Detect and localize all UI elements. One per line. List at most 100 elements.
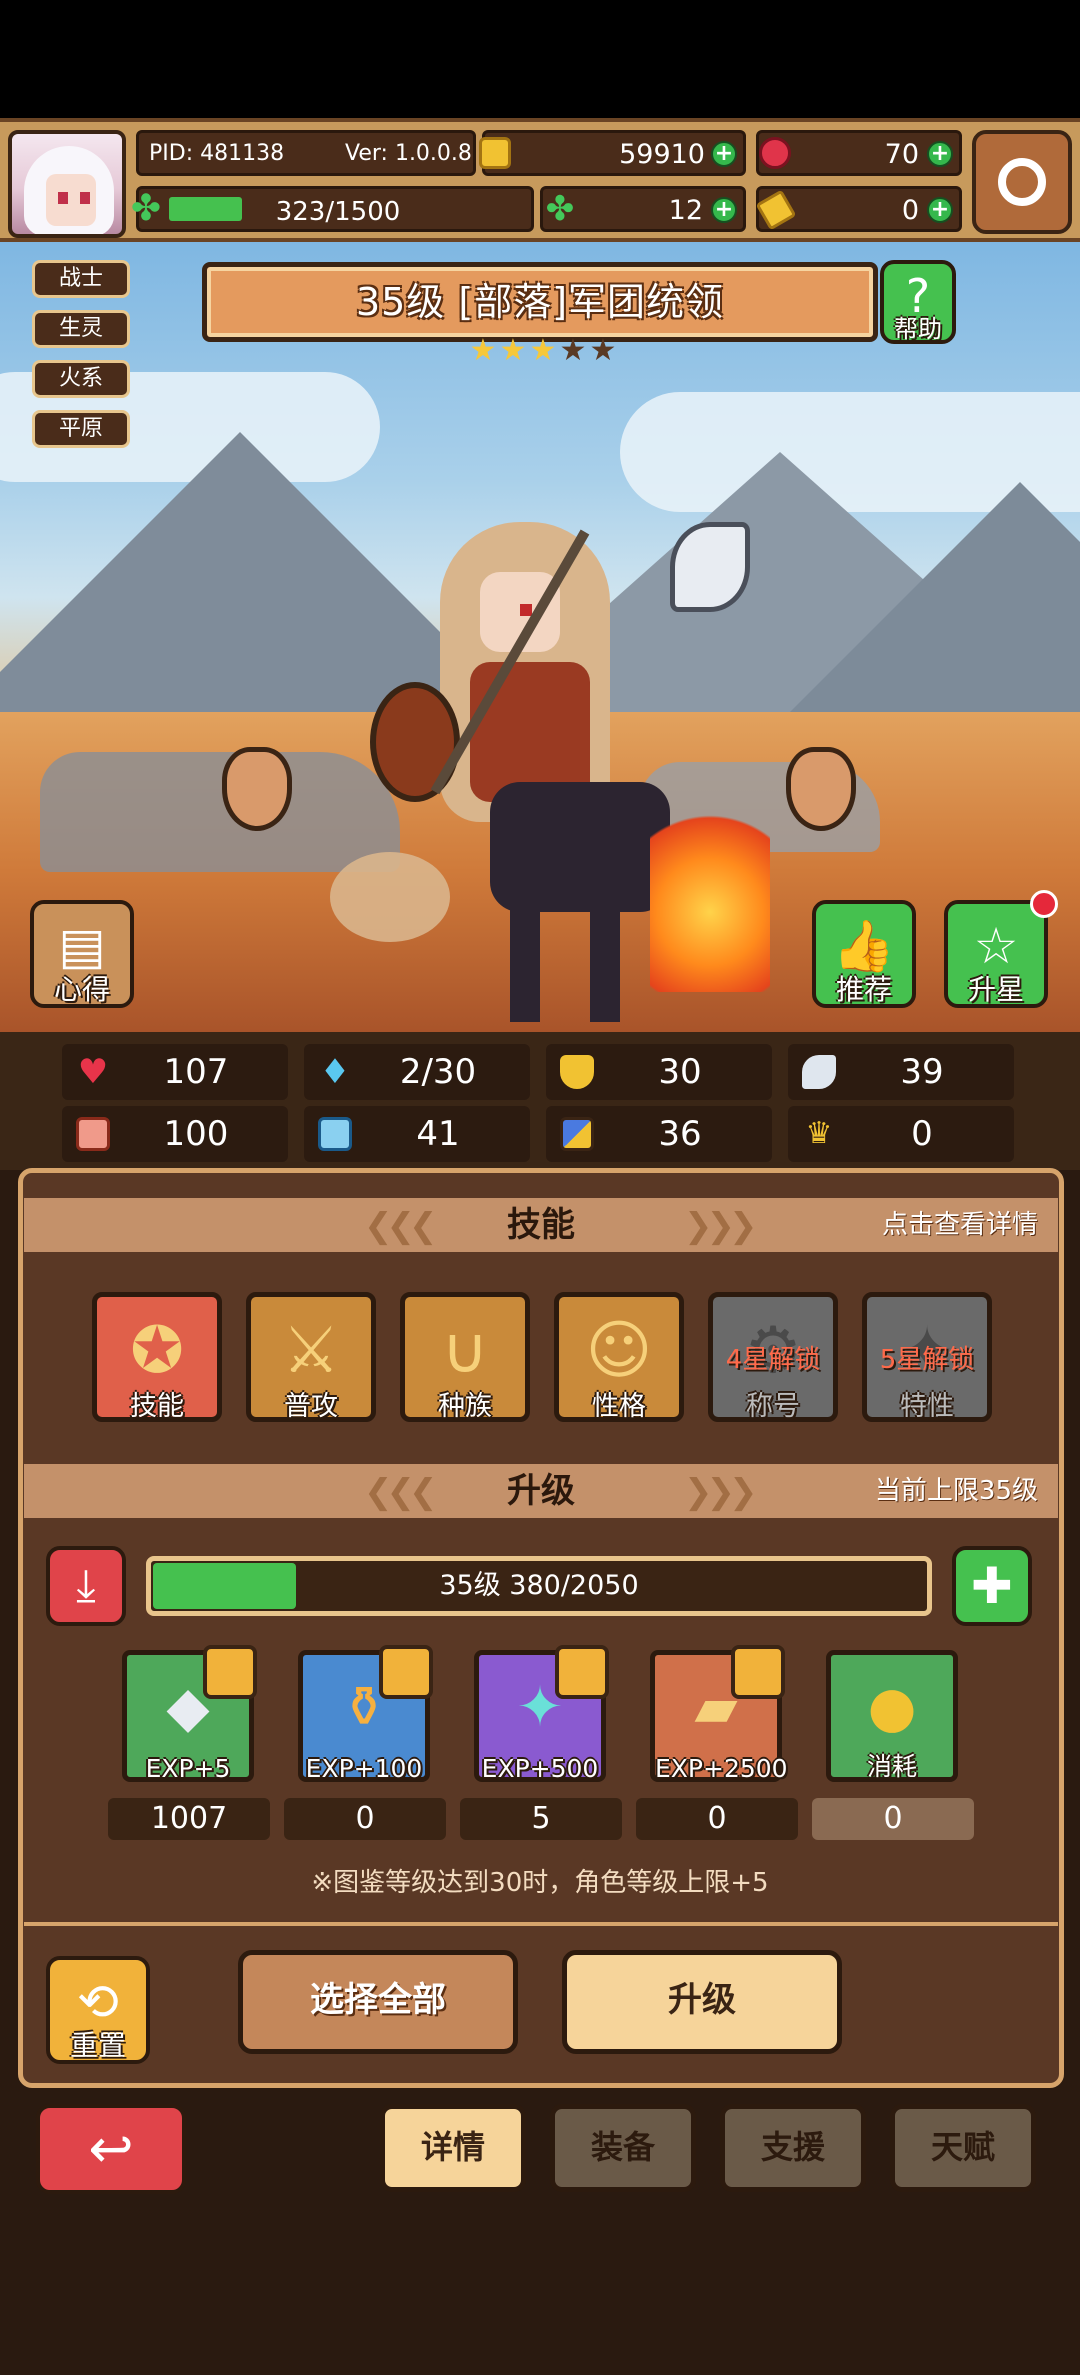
gear-icon (998, 158, 1046, 206)
star-up-button[interactable]: ☆ 升星 (944, 890, 1058, 1008)
book-icon: ▤ (58, 917, 106, 975)
back-arrow-icon: ↩ (88, 2117, 134, 2180)
help-button[interactable]: ? 帮助 (880, 260, 956, 344)
star-filled-icon: ★ (499, 333, 527, 368)
stat-mana: ♦ 2/30 (304, 1044, 530, 1100)
gold-coin-icon: ● (867, 1675, 917, 1740)
horseshoe-icon: ∪ (441, 1314, 489, 1388)
add-gold-icon[interactable]: + (711, 141, 737, 167)
tag-terrain: 平原 (32, 410, 130, 448)
skill-slot-trait-locked[interactable]: ✦ 5星解锁 特性 (862, 1292, 992, 1422)
tickets-value: 0 (901, 195, 919, 226)
energy-bar: ✤ 323/1500 (131, 186, 534, 232)
tag-element: 火系 (32, 360, 130, 398)
ticket-plate: 0 + (755, 186, 962, 232)
exp-item-100[interactable]: ⚱ EXP+100 (298, 1645, 433, 1783)
skills-hint[interactable]: 点击查看详情 (882, 1198, 1038, 1252)
level-cap-hint: 当前上限35级 (874, 1476, 1038, 1506)
stat-book: 41 (304, 1106, 530, 1162)
exp-100-count: 0 (284, 1798, 446, 1840)
gems-plate: 70 + (756, 130, 962, 176)
fire-effect (650, 792, 770, 992)
level-cap-note: ※图鉴等级达到30时，角色等级上限+5 (311, 1868, 769, 1898)
axe-icon (670, 522, 750, 612)
reset-button[interactable]: ⟲ 重置 (46, 1956, 150, 2064)
exp-item-2500[interactable]: ▰ EXP+2500 (650, 1645, 788, 1783)
gold-coin-icon (479, 137, 511, 169)
hero-title: 35级 [部落]军团统领 (355, 280, 725, 324)
right-stone-icon[interactable] (786, 747, 856, 831)
heart-icon: ♥ (77, 1052, 109, 1092)
fist-icon (76, 1117, 110, 1151)
tab-equipment[interactable]: 装备 (550, 2104, 696, 2192)
badge-icon (379, 1645, 433, 1699)
consume-gold-item[interactable]: ● 消耗 (826, 1650, 958, 1782)
stat-crown: ♛ 0 (788, 1106, 1014, 1162)
droplet-icon: ♦ (319, 1052, 351, 1092)
insight-button[interactable]: ▤ 心得 (30, 900, 134, 1008)
gem-icon (759, 137, 791, 169)
star-empty-icon: ★ (559, 333, 587, 368)
shield-icon (560, 1055, 594, 1089)
add-clover-icon[interactable]: + (711, 197, 737, 223)
stat-attack: 100 (62, 1106, 288, 1162)
exp-5-count: 1007 (108, 1798, 270, 1840)
stat-hp: ♥ 107 (62, 1044, 288, 1100)
star-icon: ☆ (973, 917, 1019, 975)
add-gems-icon[interactable]: + (927, 141, 953, 167)
xp-text: 35级 380/2050 (439, 1570, 639, 1601)
clover-value: 12 (668, 195, 703, 226)
top-resource-bar: PID: 481138 Ver: 1.0.0.8 ✤ 323/1500 5991… (0, 118, 1080, 242)
stat-wing: 39 (788, 1044, 1014, 1100)
increase-button[interactable]: ✚ (952, 1546, 1032, 1626)
boot-icon (560, 1117, 594, 1151)
gold-value: 59910 (619, 139, 705, 170)
tab-talent[interactable]: 天赋 (890, 2104, 1036, 2192)
decrease-button[interactable]: ⤓ (46, 1546, 126, 1626)
skill-slot-title-locked[interactable]: ⚙ 4星解锁 称号 (708, 1292, 838, 1422)
player-avatar[interactable] (8, 130, 126, 238)
hero-sprite[interactable] (330, 492, 770, 1032)
gold-plate: 59910 + (479, 130, 746, 176)
exp-500-count: 5 (460, 1798, 622, 1840)
skill-slot-personality[interactable]: ☺ 性格 (554, 1292, 684, 1422)
thumbs-up-icon: 👍 (832, 917, 896, 975)
left-stone-icon[interactable] (222, 747, 292, 831)
plus-icon: ✚ (971, 1557, 1013, 1615)
exp-item-5[interactable]: ◆ EXP+5 (122, 1645, 257, 1783)
select-all-button[interactable]: 选择全部 (238, 1950, 518, 2054)
exp-2500-count: 0 (636, 1798, 798, 1840)
star-filled-icon: ★ (469, 333, 497, 368)
tag-class: 战士 (32, 260, 130, 298)
add-tickets-icon[interactable]: + (927, 197, 953, 223)
consume-count: 0 (812, 1798, 974, 1840)
back-button[interactable]: ↩ (36, 2104, 186, 2194)
pid-text: PID: 481138 (149, 141, 285, 166)
clover-icon: ✤ (545, 189, 575, 229)
settings-button[interactable] (972, 130, 1072, 234)
exp-item-500[interactable]: ✦ EXP+500 (474, 1645, 609, 1783)
skill-slot-race[interactable]: ∪ 种族 (400, 1292, 530, 1422)
badge-icon (555, 1645, 609, 1699)
tab-details[interactable]: 详情 (380, 2104, 526, 2192)
skill-slot-attack[interactable]: ⚔ 普攻 (246, 1292, 376, 1422)
hero-tail (330, 852, 450, 942)
gems-value: 70 (884, 139, 919, 170)
hero-stats: ♥ 107 ♦ 2/30 30 39 100 41 36 ♛ 0 (0, 1032, 1080, 1170)
book-icon (318, 1117, 352, 1151)
pid-plate: PID: 481138 Ver: 1.0.0.8 (136, 130, 476, 176)
hero-star-rating: ★ ★ ★ ★ ★ (468, 336, 618, 370)
upgrade-button[interactable]: 升级 (562, 1950, 842, 2054)
energy-text: 323/1500 (275, 197, 401, 227)
refresh-icon: ⟲ (77, 1973, 119, 2031)
crown-icon: ♛ (805, 1116, 833, 1151)
download-icon: ⤓ (76, 1560, 96, 1611)
hero-body (470, 662, 590, 802)
tab-support[interactable]: 支援 (720, 2104, 866, 2192)
stat-defense: 30 (546, 1044, 772, 1100)
badge-icon (203, 1645, 257, 1699)
recommend-button[interactable]: 👍 推荐 (812, 900, 916, 1008)
skill-slot-skill[interactable]: ✪ 技能 (92, 1292, 222, 1422)
version-text: Ver: 1.0.0.8 (345, 141, 472, 166)
tag-race: 生灵 (32, 310, 130, 348)
